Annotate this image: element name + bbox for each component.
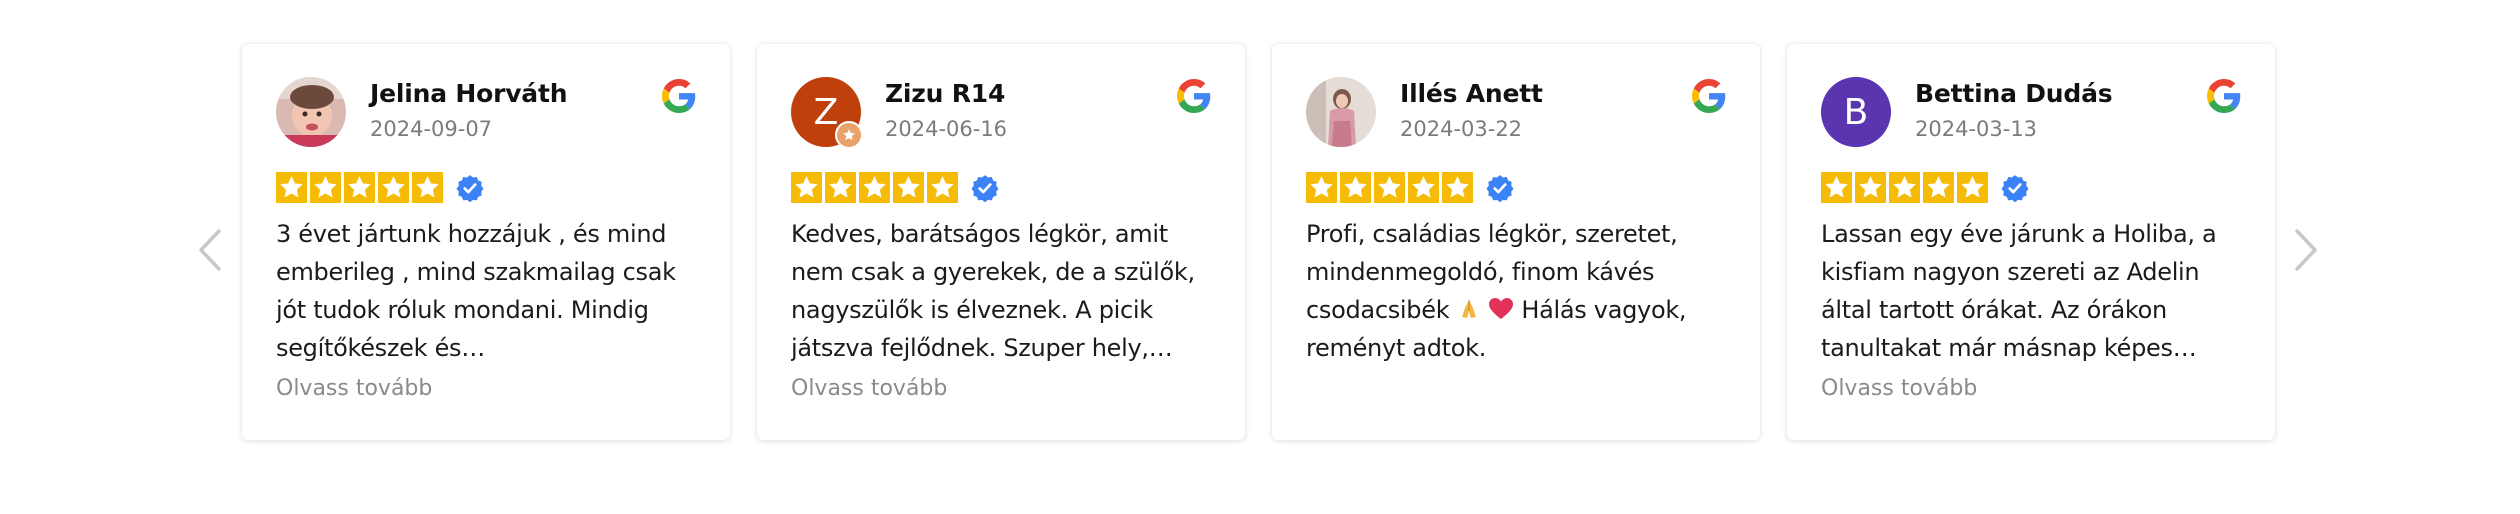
verified-badge-icon	[971, 174, 999, 202]
star-icon	[1855, 172, 1886, 203]
local-guide-badge-icon	[835, 121, 863, 149]
reviews-carousel: Jelina Horváth 2024-09-07 3 évet jártunk…	[0, 0, 2520, 514]
review-date: 2024-09-07	[370, 117, 493, 141]
star-icon	[893, 172, 924, 203]
star-icon	[1923, 172, 1954, 203]
rating-stars	[276, 172, 484, 203]
star-icon	[412, 172, 443, 203]
chevron-right-icon	[2295, 229, 2317, 271]
star-icon	[1821, 172, 1852, 203]
star-icon	[825, 172, 856, 203]
review-card: B Bettina Dudás 2024-03-13 Lassan egy év…	[1787, 44, 2275, 440]
rating-stars	[1306, 172, 1514, 203]
verified-badge-icon	[2001, 174, 2029, 202]
review-card: Jelina Horváth 2024-09-07 3 évet jártunk…	[242, 44, 730, 440]
read-more-link[interactable]: Olvass tovább	[276, 376, 432, 401]
star-icon	[927, 172, 958, 203]
star-icon	[344, 172, 375, 203]
star-icon	[378, 172, 409, 203]
verified-badge-icon	[1486, 174, 1514, 202]
reviewer-name: Zizu R14	[885, 79, 1006, 108]
star-icon	[1374, 172, 1405, 203]
avatar: B	[1821, 77, 1891, 147]
rating-stars	[791, 172, 999, 203]
avatar	[1306, 77, 1376, 147]
avatar: Z	[791, 77, 863, 149]
praying-hands-icon	[1461, 300, 1476, 318]
read-more-link[interactable]: Olvass tovább	[791, 376, 947, 401]
read-more-link[interactable]: Olvass tovább	[1821, 376, 1977, 401]
avatar	[276, 77, 346, 147]
star-icon	[859, 172, 890, 203]
reviewer-name: Bettina Dudás	[1915, 79, 2113, 108]
review-text: 3 évet jártunk hozzájuk , és mind emberi…	[276, 220, 676, 362]
star-icon	[1340, 172, 1371, 203]
rating-stars	[1821, 172, 2029, 203]
star-icon	[1442, 172, 1473, 203]
chevron-left-icon	[199, 229, 221, 271]
star-icon	[791, 172, 822, 203]
google-icon	[1692, 79, 1726, 113]
review-date: 2024-06-16	[885, 117, 1008, 141]
star-icon	[310, 172, 341, 203]
next-button[interactable]	[2284, 222, 2328, 278]
star-icon	[1408, 172, 1439, 203]
google-icon	[1177, 79, 1211, 113]
star-icon	[1957, 172, 1988, 203]
google-icon	[2207, 79, 2241, 113]
reviewer-name: Illés Anett	[1400, 79, 1543, 108]
review-text: Profi, családias légkör, szeretet, minde…	[1306, 215, 1726, 367]
reviewer-name: Jelina Horváth	[370, 79, 568, 108]
prev-button[interactable]	[188, 222, 232, 278]
review-text: Kedves, barátságos légkör, amit nem csak…	[791, 220, 1195, 362]
review-text: Lassan egy éve járunk a Holiba, a kisfia…	[1821, 220, 2217, 362]
avatar-letter: Z	[813, 91, 839, 133]
review-card: Illés Anett 2024-03-22 Profi, családias	[1272, 44, 1760, 440]
heart-icon	[1488, 298, 1513, 319]
review-date: 2024-03-13	[1915, 117, 2038, 141]
star-icon	[1306, 172, 1337, 203]
star-icon	[1889, 172, 1920, 203]
google-icon	[662, 79, 696, 113]
avatar-letter: B	[1843, 91, 1869, 133]
verified-badge-icon	[456, 174, 484, 202]
review-date: 2024-03-22	[1400, 117, 1523, 141]
review-card: Z Zizu R14 2024-06-16 Kedves, barátságos…	[757, 44, 1245, 440]
star-icon	[276, 172, 307, 203]
